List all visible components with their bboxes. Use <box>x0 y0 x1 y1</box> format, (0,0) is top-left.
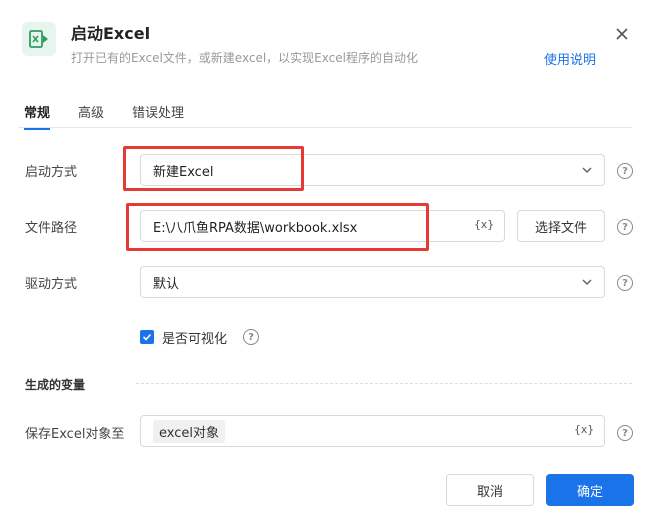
cancel-button[interactable]: 取消 <box>446 474 534 506</box>
file-path-label: 文件路径 <box>25 221 78 236</box>
section-divider <box>136 383 632 384</box>
help-icon[interactable]: ? <box>617 275 633 291</box>
close-icon[interactable] <box>612 24 632 44</box>
launch-mode-label: 启动方式 <box>25 165 78 180</box>
chevron-down-icon <box>582 279 592 286</box>
help-link[interactable]: 使用说明 <box>544 49 596 68</box>
visible-checkbox[interactable] <box>140 330 154 344</box>
save-excel-label: 保存Excel对象至 <box>25 427 125 442</box>
variable-icon[interactable]: {x} <box>474 218 494 231</box>
ok-button[interactable]: 确定 <box>546 474 634 506</box>
tab-bar: 常规 高级 错误处理 <box>24 102 212 130</box>
launch-excel-dialog: 启动Excel 打开已有的Excel文件，或新建excel，以实现Excel程序… <box>0 0 648 524</box>
output-section-title: 生成的变量 <box>25 378 86 392</box>
tab-general[interactable]: 常规 <box>24 102 51 130</box>
dialog-title: 启动Excel <box>71 24 151 43</box>
tab-advanced[interactable]: 高级 <box>78 102 104 128</box>
file-path-value: E:\八爪鱼RPA数据\workbook.xlsx <box>153 220 358 236</box>
visible-checkbox-label: 是否可视化 <box>162 332 228 347</box>
check-icon <box>142 333 152 341</box>
help-icon[interactable]: ? <box>617 425 633 441</box>
launch-mode-value: 新建Excel <box>153 164 214 180</box>
excel-object-variable-input[interactable]: excel对象 {x} <box>140 415 605 447</box>
excel-launch-icon <box>22 22 56 56</box>
help-icon[interactable]: ? <box>617 163 633 179</box>
driver-mode-label: 驱动方式 <box>25 277 78 292</box>
driver-mode-select[interactable]: 默认 <box>140 266 605 298</box>
select-file-button[interactable]: 选择文件 <box>517 210 605 242</box>
chevron-down-icon <box>582 167 592 174</box>
launch-mode-select[interactable]: 新建Excel <box>140 154 605 186</box>
tabs-divider <box>18 127 632 128</box>
help-icon[interactable]: ? <box>617 219 633 235</box>
dialog-subtitle: 打开已有的Excel文件，或新建excel，以实现Excel程序的自动化 <box>71 51 418 65</box>
tab-error-handling[interactable]: 错误处理 <box>132 102 184 128</box>
help-icon[interactable]: ? <box>243 329 259 345</box>
file-path-input[interactable]: E:\八爪鱼RPA数据\workbook.xlsx {x} <box>140 210 505 242</box>
variable-chip: excel对象 <box>153 419 225 443</box>
driver-mode-value: 默认 <box>153 276 180 292</box>
variable-icon[interactable]: {x} <box>574 423 594 436</box>
